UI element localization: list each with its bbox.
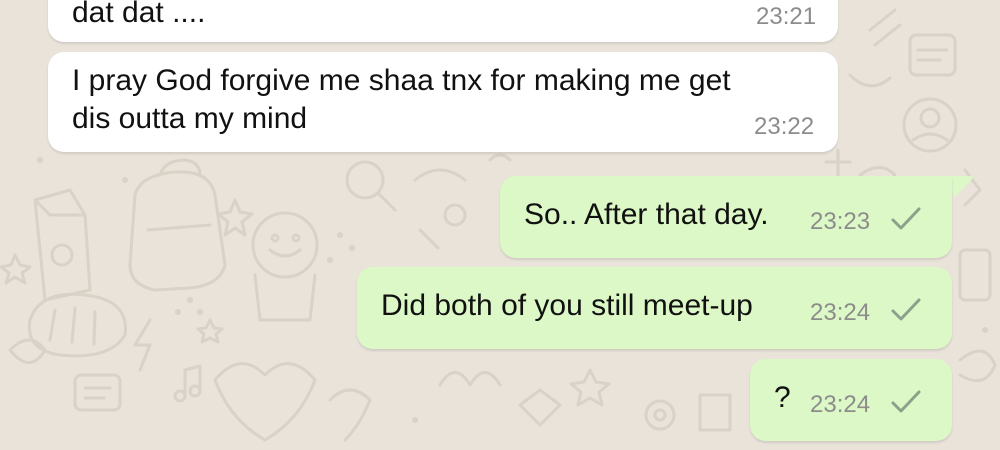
- bubble-tail: [950, 176, 973, 198]
- incoming-message-bubble[interactable]: I pray God forgive me shaa tnx for makin…: [48, 52, 838, 152]
- message-text: dis outta my mind: [72, 102, 308, 135]
- message-text: ?: [774, 381, 791, 414]
- message-text: So.. After that day.: [524, 198, 769, 231]
- single-check-icon: [891, 390, 921, 413]
- outgoing-message-bubble[interactable]: ? 23:24: [750, 359, 952, 441]
- outgoing-message-bubble[interactable]: So.. After that day. 23:23: [500, 176, 952, 258]
- outgoing-message-bubble[interactable]: Did both of you still meet-up 23:24: [357, 267, 952, 349]
- message-text: I pray God forgive me shaa tnx for makin…: [72, 64, 731, 97]
- message-timestamp: 23:23: [810, 208, 871, 235]
- message-text: dat dat ....: [72, 0, 206, 29]
- message-timestamp: 23:22: [754, 113, 815, 140]
- incoming-message-bubble[interactable]: dat dat .... 23:21: [48, 0, 838, 42]
- single-check-icon: [891, 298, 921, 321]
- message-timestamp: 23:21: [756, 3, 817, 30]
- message-timestamp: 23:24: [810, 391, 871, 418]
- single-check-icon: [891, 207, 921, 230]
- message-text: Did both of you still meet-up: [381, 289, 753, 322]
- message-timestamp: 23:24: [810, 299, 871, 326]
- chat-background: dat dat .... 23:21 I pray God forgive me…: [0, 0, 1000, 450]
